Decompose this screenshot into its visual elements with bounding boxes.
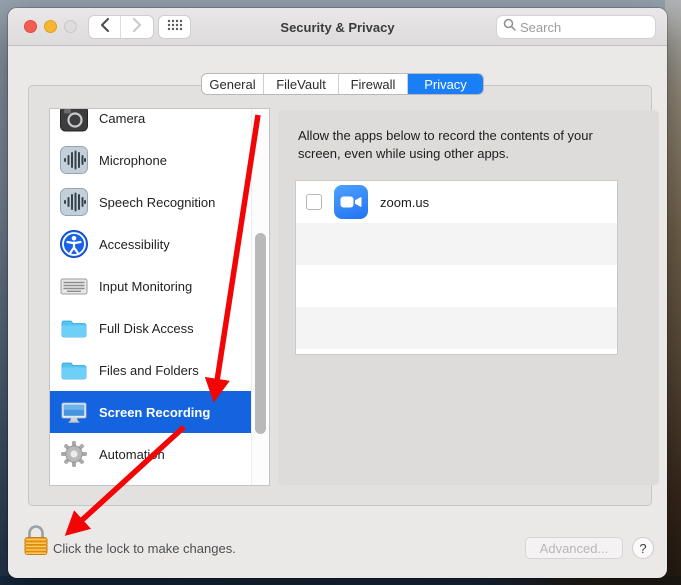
sidebar-item-speech-recognition[interactable]: Speech Recognition (50, 181, 253, 223)
search-input[interactable]: Search (496, 15, 656, 39)
sidebar-item-screen-recording[interactable]: Screen Recording (50, 391, 253, 433)
sidebar-item-label: Speech Recognition (99, 195, 215, 210)
zoom-window-button (64, 20, 77, 33)
keyboard-icon (59, 271, 89, 301)
allowed-apps-list: zoom.us (295, 180, 618, 355)
sidebar-item-label: Input Monitoring (99, 279, 192, 294)
minimize-button[interactable] (44, 20, 57, 33)
camera-icon (59, 108, 89, 133)
sidebar-item-label: Automation (99, 447, 165, 462)
scrollbar-thumb[interactable] (255, 233, 266, 434)
display-icon (59, 397, 89, 427)
forward-button[interactable] (121, 16, 153, 38)
sidebar-item-label: Files and Folders (99, 363, 199, 378)
sidebar-scrollbar[interactable] (251, 109, 269, 485)
app-name: zoom.us (380, 195, 429, 210)
lock-icon (23, 523, 49, 557)
sidebar-item-microphone[interactable]: Microphone (50, 139, 253, 181)
sidebar-item-label: Screen Recording (99, 405, 210, 420)
advanced-button[interactable]: Advanced... (525, 537, 623, 559)
sidebar-item-accessibility[interactable]: Accessibility (50, 223, 253, 265)
zoom-app-icon (334, 185, 368, 219)
folder-icon (59, 481, 89, 486)
nav-button-group (88, 15, 154, 39)
sidebar-item-files-and-folders[interactable]: Files and Folders (50, 349, 253, 391)
desktop-wallpaper-right (665, 0, 681, 585)
sidebar-item-label: Accessibility (99, 237, 170, 252)
tab-general[interactable]: General (202, 74, 264, 94)
zoom-checkbox[interactable] (306, 194, 322, 210)
help-button[interactable]: ? (632, 537, 654, 559)
sidebar-item-full-disk-access[interactable]: Full Disk Access (50, 307, 253, 349)
sidebar-item-camera[interactable]: Camera (50, 108, 253, 139)
tab-filevault[interactable]: FileVault (264, 74, 339, 94)
search-placeholder: Search (520, 20, 561, 35)
privacy-category-list: Camera Microphone Speech Recognition Acc… (49, 108, 270, 486)
lock-hint-text: Click the lock to make changes. (53, 541, 236, 556)
folder-icon (59, 313, 89, 343)
sidebar-item-input-monitoring[interactable]: Input Monitoring (50, 265, 253, 307)
sidebar-item-label: Full Disk Access (99, 321, 194, 336)
back-button[interactable] (89, 16, 121, 38)
sidebar-item-partial[interactable] (50, 475, 253, 486)
waveform-icon (59, 145, 89, 175)
tab-firewall[interactable]: Firewall (339, 74, 408, 94)
gear-icon (59, 439, 89, 469)
accessibility-icon (59, 229, 89, 259)
waveform-icon (59, 187, 89, 217)
sidebar-item-label: Camera (99, 111, 145, 126)
grid-icon (167, 18, 183, 36)
chevron-right-icon (132, 18, 142, 37)
panel-description: Allow the apps below to record the conte… (298, 127, 648, 163)
sidebar-item-label: Microphone (99, 153, 167, 168)
lock-button[interactable] (23, 523, 49, 557)
sidebar-item-automation[interactable]: Automation (50, 433, 253, 475)
close-button[interactable] (24, 20, 37, 33)
folder-icon (59, 355, 89, 385)
security-privacy-window: Security & Privacy (8, 8, 667, 578)
tab-privacy[interactable]: Privacy (408, 74, 483, 94)
title-bar[interactable]: Security & Privacy (8, 8, 667, 46)
show-all-button[interactable] (158, 15, 191, 39)
tab-bar: General FileVault Firewall Privacy (201, 73, 484, 95)
chevron-left-icon (100, 18, 110, 37)
screen-recording-panel: Allow the apps below to record the conte… (278, 110, 659, 485)
search-icon (503, 18, 516, 36)
app-row-zoom[interactable]: zoom.us (296, 181, 617, 223)
